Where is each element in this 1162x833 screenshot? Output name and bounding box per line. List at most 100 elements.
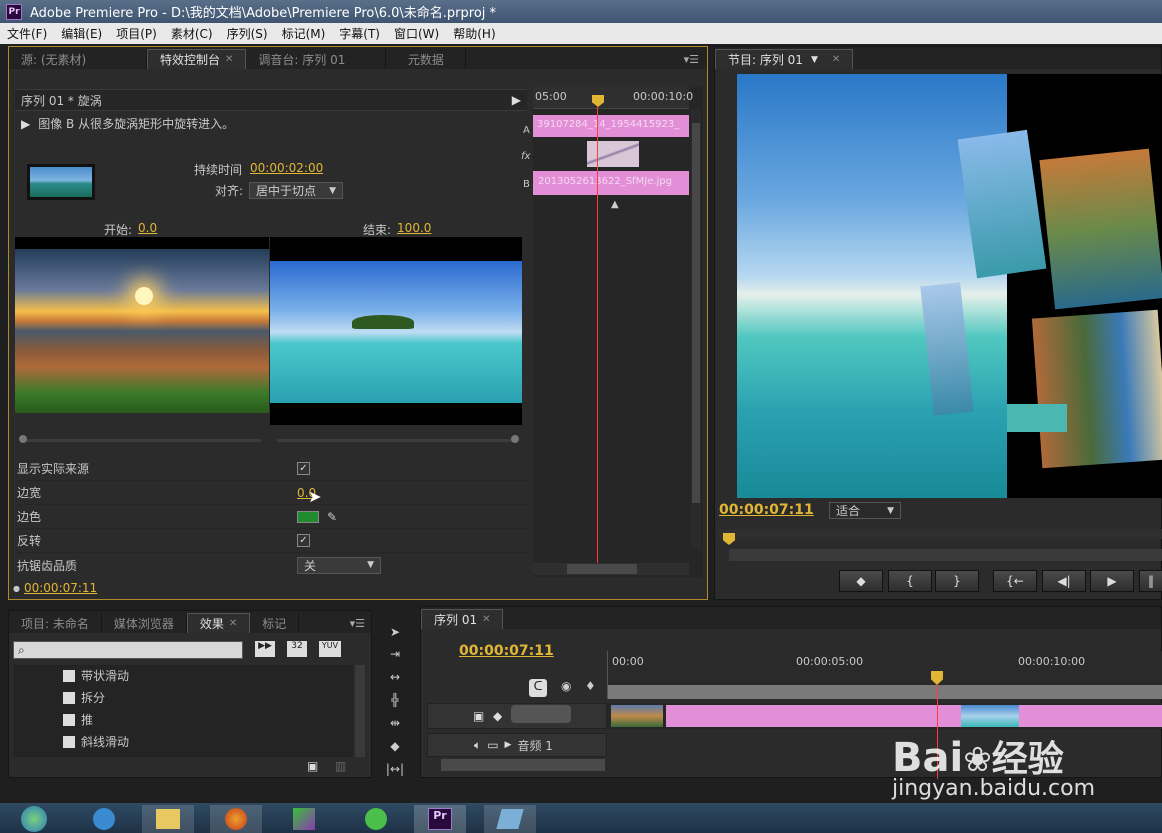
snap-icon[interactable]: ᑕ <box>529 679 547 697</box>
new-folder-icon[interactable]: ▣ <box>307 759 318 773</box>
tab-metadata[interactable]: 元数据 <box>386 49 467 69</box>
yuv-badge[interactable]: YUV <box>319 641 341 657</box>
media-player-icon[interactable] <box>78 805 130 833</box>
mini-ruler[interactable]: 05:00 00:00:10:0 <box>533 87 693 109</box>
mark-in-button[interactable]: { <box>888 570 932 592</box>
timeline-ruler[interactable]: 00:00 00:00:05:00 00:00:10:00 <box>607 651 1162 699</box>
keyframe-icon[interactable]: ◆ <box>493 709 502 723</box>
start-slider[interactable] <box>21 439 261 442</box>
toggle-output-icon[interactable]: ▣ <box>473 709 484 723</box>
sync-lock-icon[interactable]: ▭ <box>487 738 498 752</box>
end-slider-handle[interactable] <box>511 435 519 443</box>
list-item[interactable]: 推 <box>63 711 93 728</box>
list-item[interactable]: 带状滑动 <box>63 667 129 684</box>
tab-source[interactable]: 源: (无素材) <box>9 49 147 69</box>
program-playhead-marker[interactable] <box>723 533 735 545</box>
start-value[interactable]: 0.0 <box>138 221 157 238</box>
program-timecode[interactable]: 00:00:07:11 <box>719 502 814 518</box>
menu-file[interactable]: 文件(F) <box>0 25 54 42</box>
timeline-scrollbar[interactable] <box>441 759 605 771</box>
premiere-taskbar-icon[interactable]: Pr <box>414 805 466 833</box>
transition-block[interactable] <box>587 141 639 167</box>
green-app-icon[interactable] <box>350 805 402 833</box>
menu-project[interactable]: 项目(P) <box>109 25 164 42</box>
step-back-button[interactable]: ◀| <box>1042 570 1086 592</box>
speaker-icon[interactable]: 🔈︎ <box>474 738 481 753</box>
video-clip-thumb[interactable] <box>611 705 663 727</box>
play-preview-icon[interactable]: ▶ <box>21 117 30 131</box>
go-to-in-button[interactable]: {← <box>993 570 1037 592</box>
show-actual-sources-checkbox[interactable]: ✓ <box>297 462 310 475</box>
file-explorer-icon[interactable] <box>142 805 194 833</box>
end-slider[interactable] <box>277 439 517 442</box>
step-forward-button[interactable]: ‖ <box>1139 570 1162 592</box>
menu-help[interactable]: 帮助(H) <box>446 25 502 42</box>
mini-vertical-scrollbar[interactable] <box>691 109 701 549</box>
slip-tool-icon[interactable]: |↔| <box>382 759 408 779</box>
list-item[interactable]: 斜线滑动 <box>63 733 129 750</box>
sequence-marker-icon[interactable]: ◉ <box>561 679 571 693</box>
close-icon[interactable]: ✕ <box>832 54 840 65</box>
eyedropper-icon[interactable]: ✎ <box>327 510 337 524</box>
tab-media-browser[interactable]: 媒体浏览器 <box>102 613 187 633</box>
start-slider-handle[interactable] <box>19 435 27 443</box>
mark-out-button[interactable]: } <box>935 570 979 592</box>
chevron-down-icon[interactable]: ▼ <box>811 55 818 65</box>
program-ruler[interactable] <box>719 529 1162 539</box>
border-color-swatch[interactable] <box>297 510 319 523</box>
menu-edit[interactable]: 编辑(E) <box>54 25 109 42</box>
rolling-edit-tool-icon[interactable]: ╬ <box>382 690 408 710</box>
program-scrollbar[interactable] <box>729 549 1162 561</box>
fit-dropdown[interactable]: 适合 ▼ <box>829 502 901 519</box>
play-transition-icon[interactable]: ▶ <box>512 93 527 107</box>
antialias-dropdown[interactable]: 关 ▼ <box>297 556 381 574</box>
play-button[interactable]: ▶ <box>1090 570 1134 592</box>
firefox-icon[interactable] <box>210 805 262 833</box>
panel-menu-icon[interactable]: ▾☰ <box>344 617 371 633</box>
menu-marker[interactable]: 标记(M) <box>275 25 333 42</box>
track-select-tool-icon[interactable]: ⇥ <box>382 644 408 664</box>
close-icon[interactable]: ✕ <box>482 614 490 625</box>
tab-project[interactable]: 项目: 未命名 <box>9 613 102 633</box>
work-area-bar[interactable] <box>608 685 1162 699</box>
mini-horizontal-scrollbar[interactable] <box>533 563 689 575</box>
add-marker-icon[interactable]: ♦ <box>585 679 596 693</box>
expand-track-icon[interactable]: ▶ <box>505 740 512 750</box>
tab-audio-mixer[interactable]: 调音台: 序列 01 <box>246 49 387 69</box>
keyframe-nav[interactable] <box>511 705 571 723</box>
reverse-checkbox[interactable]: ✓ <box>297 534 310 547</box>
menu-clip[interactable]: 素材(C) <box>164 25 220 42</box>
tab-sequence[interactable]: 序列 01 ✕ <box>421 609 504 629</box>
effects-scrollbar[interactable] <box>355 665 365 757</box>
end-value[interactable]: 100.0 <box>397 221 431 238</box>
menu-title[interactable]: 字幕(T) <box>332 25 387 42</box>
timeline-timecode[interactable]: 00:00:07:11 <box>459 643 554 659</box>
list-item[interactable]: 拆分 <box>63 689 105 706</box>
selection-tool-icon[interactable]: ➤ <box>382 622 408 642</box>
start-button-icon[interactable] <box>8 805 60 833</box>
razor-tool-icon[interactable]: ◆ <box>382 736 408 756</box>
tab-effects[interactable]: 效果 ✕ <box>186 613 251 633</box>
close-icon[interactable]: ✕ <box>229 618 237 629</box>
tab-markers[interactable]: 标记 <box>250 613 300 633</box>
program-viewer[interactable] <box>737 74 1162 498</box>
media-app-icon[interactable] <box>278 805 330 833</box>
video-clip-thumb[interactable] <box>961 705 1019 727</box>
tab-program[interactable]: 节目: 序列 01 ▼ ✕ <box>715 49 854 69</box>
delete-icon[interactable]: ▥ <box>335 759 346 773</box>
ripple-edit-tool-icon[interactable]: ↔ <box>382 667 408 687</box>
clip-a[interactable]: 39107284_14_1954415923_ <box>533 115 689 137</box>
menu-window[interactable]: 窗口(W) <box>387 25 446 42</box>
video-clip[interactable] <box>666 705 1162 727</box>
rate-stretch-tool-icon[interactable]: ⇹ <box>382 713 408 733</box>
effect-current-time[interactable]: 00:00:07:11 <box>24 581 97 595</box>
accelerated-effects-icon[interactable]: ▶▶ <box>255 641 275 657</box>
32bit-badge[interactable]: 32 <box>287 641 307 657</box>
duration-value[interactable]: 00:00:02:00 <box>250 161 323 178</box>
tab-effect-controls[interactable]: 特效控制台 ✕ <box>147 49 247 69</box>
align-dropdown[interactable]: 居中于切点 ▼ <box>249 182 344 199</box>
other-app-icon[interactable] <box>484 805 536 833</box>
clip-b[interactable]: 2013052613622_SfMJe.jpg <box>533 171 689 195</box>
add-marker-button[interactable]: ◆ <box>839 570 883 592</box>
panel-menu-icon[interactable]: ▾☰ <box>676 53 707 69</box>
